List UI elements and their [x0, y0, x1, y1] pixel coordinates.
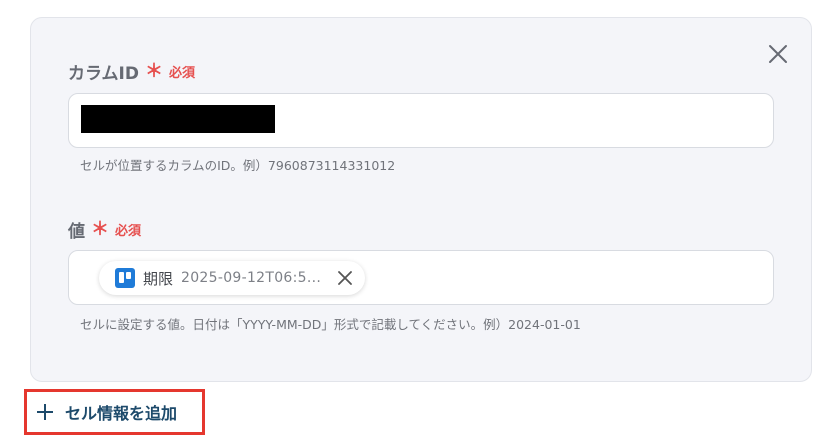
- plus-icon: [37, 404, 53, 420]
- required-text: 必須: [115, 224, 142, 239]
- close-icon: [769, 45, 787, 63]
- column-id-label: カラムID: [68, 64, 139, 84]
- close-icon: [338, 271, 353, 285]
- value-label-row: 値 ＊ 必須: [68, 217, 141, 242]
- add-cell-info-label: セル情報を追加: [65, 404, 178, 423]
- chip-value: 2025-09-12T06:5...: [181, 270, 322, 286]
- column-id-help-text: セルが位置するカラムのID。例）7960873114331012: [80, 158, 396, 173]
- value-label: 値: [68, 222, 85, 242]
- chip-remove-button[interactable]: [335, 268, 355, 288]
- required-text: 必須: [168, 66, 195, 81]
- column-id-label-row: カラムID ＊ 必須: [68, 59, 195, 84]
- variable-chip[interactable]: 期限 2025-09-12T06:5...: [99, 261, 366, 295]
- column-id-input[interactable]: [68, 93, 774, 148]
- trello-icon: [115, 268, 135, 288]
- redacted-value: [81, 105, 275, 133]
- required-mark: ＊: [91, 218, 109, 240]
- close-button[interactable]: [764, 40, 792, 68]
- chip-name: 期限: [143, 269, 174, 288]
- value-input[interactable]: 期限 2025-09-12T06:5...: [68, 250, 774, 305]
- add-cell-info-button[interactable]: セル情報を追加: [24, 389, 205, 435]
- required-mark: ＊: [144, 60, 163, 82]
- value-help-text: セルに設定する値。日付は「YYYY-MM-DD」形式で記載してください。例）20…: [80, 317, 581, 332]
